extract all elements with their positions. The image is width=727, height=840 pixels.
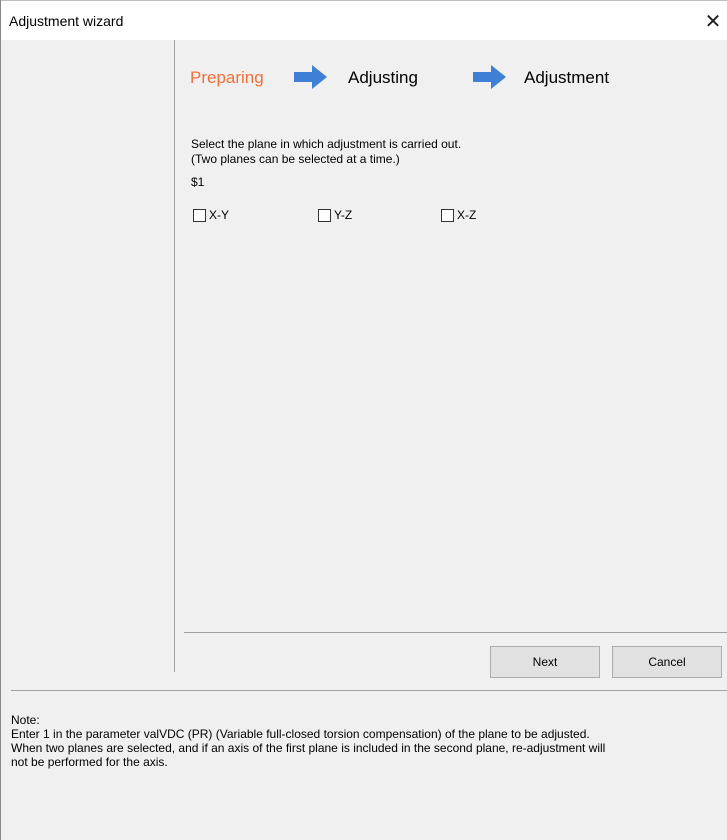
checkbox-label: Y-Z	[334, 208, 353, 222]
checkbox-box[interactable]	[193, 208, 206, 222]
step-adjustment: Adjustment	[524, 68, 610, 87]
instruction-subtext: (Two planes can be selected at a time.)	[191, 152, 400, 166]
note-line: not be performed for the axis.	[11, 755, 168, 769]
content-divider	[184, 632, 727, 633]
step-adjusting: Adjusting	[348, 68, 418, 87]
note-line: When two planes are selected, and if an …	[11, 741, 606, 755]
window-title: Adjustment wizard	[9, 13, 124, 29]
note-line: Enter 1 in the parameter valVDC (PR) (Va…	[11, 727, 590, 741]
checkbox-y-z[interactable]: Y-Z	[318, 208, 352, 222]
title-bar: Adjustment wizard ✕	[1, 0, 727, 40]
instruction-text: Select the plane in which adjustment is …	[191, 137, 462, 151]
left-pane	[1, 40, 175, 672]
close-button[interactable]: ✕	[698, 1, 727, 41]
checkbox-x-z[interactable]: X-Z	[441, 208, 476, 222]
next-button[interactable]: Next	[490, 646, 600, 678]
cancel-button[interactable]: Cancel	[612, 646, 722, 678]
step-preparing: Preparing	[190, 68, 264, 87]
arrow-right-icon	[473, 65, 506, 89]
checkbox-x-y[interactable]: X-Y	[193, 208, 229, 222]
note-divider	[11, 690, 727, 691]
note-heading: Note:	[11, 713, 40, 727]
arrow-right-icon	[294, 65, 327, 89]
close-icon: ✕	[704, 10, 722, 33]
checkbox-label: X-Y	[209, 208, 230, 222]
adjustment-wizard-window: Adjustment wizard ✕ Preparing Adjusting …	[0, 0, 727, 840]
checkbox-box[interactable]	[318, 208, 331, 222]
placeholder-text: $1	[191, 175, 205, 189]
checkbox-box[interactable]	[441, 208, 454, 222]
checkbox-label: X-Z	[457, 208, 477, 222]
